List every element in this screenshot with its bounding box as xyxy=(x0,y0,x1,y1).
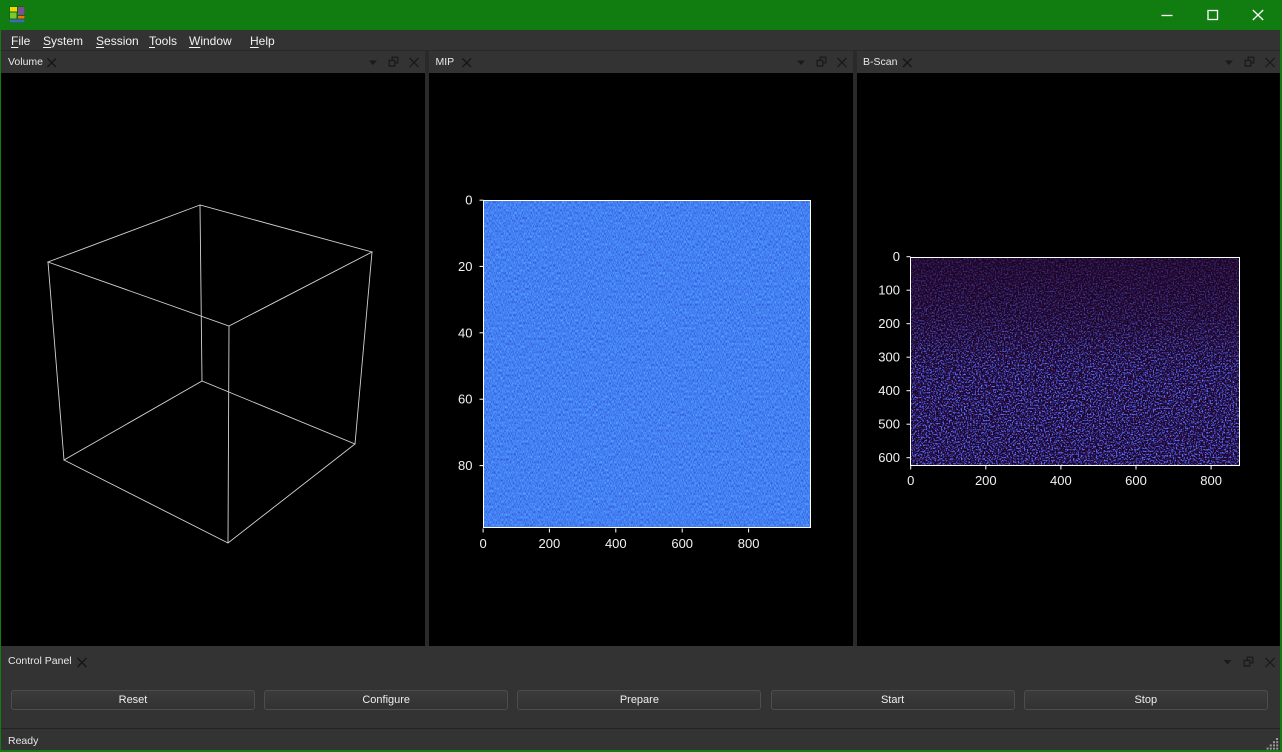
svg-text:600: 600 xyxy=(878,450,900,465)
svg-text:400: 400 xyxy=(878,383,900,398)
svg-text:600: 600 xyxy=(1125,473,1147,488)
svg-text:200: 200 xyxy=(878,316,900,331)
svg-text:400: 400 xyxy=(605,536,627,551)
svg-text:0: 0 xyxy=(465,193,472,208)
svg-text:800: 800 xyxy=(1200,473,1222,488)
svg-text:0: 0 xyxy=(907,473,914,488)
svg-text:20: 20 xyxy=(458,259,472,274)
svg-text:400: 400 xyxy=(1050,473,1072,488)
svg-text:60: 60 xyxy=(458,392,472,407)
svg-text:600: 600 xyxy=(671,536,693,551)
svg-text:0: 0 xyxy=(893,249,900,264)
svg-text:500: 500 xyxy=(878,417,900,432)
svg-text:300: 300 xyxy=(878,350,900,365)
svg-text:0: 0 xyxy=(479,536,486,551)
svg-text:200: 200 xyxy=(539,536,561,551)
svg-text:40: 40 xyxy=(458,325,472,340)
svg-text:100: 100 xyxy=(878,283,900,298)
svg-text:200: 200 xyxy=(975,473,997,488)
svg-text:800: 800 xyxy=(738,536,760,551)
svg-text:80: 80 xyxy=(458,458,472,473)
